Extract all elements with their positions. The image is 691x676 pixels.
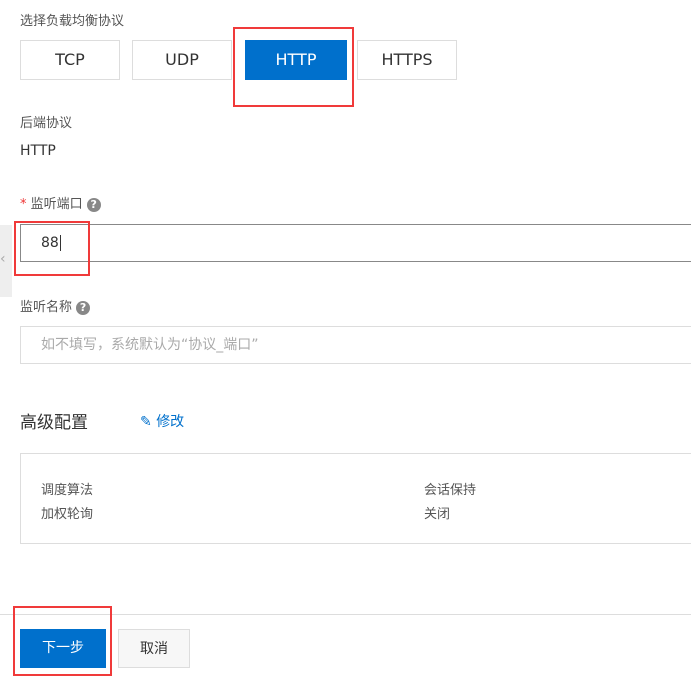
scheduler-value: 加权轮询 <box>41 507 94 522</box>
session-label: 会话保持 <box>424 483 477 498</box>
chevron-left-icon: ‹ <box>0 251 6 267</box>
port-input[interactable]: 88 <box>20 224 691 262</box>
required-marker: * <box>20 197 27 212</box>
name-placeholder: 如不填写，系统默认为“协议_端口” <box>41 337 259 353</box>
help-icon[interactable]: ? <box>86 197 101 212</box>
advanced-title: 高级配置 <box>20 413 88 433</box>
scheduler-label: 调度算法 <box>41 483 94 498</box>
protocol-tcp-button[interactable]: TCP <box>20 40 120 80</box>
edit-label: 修改 <box>156 414 185 430</box>
session-value: 关闭 <box>424 507 451 522</box>
help-icon[interactable]: ? <box>76 300 91 315</box>
port-label-text: 监听端口 <box>30 197 83 212</box>
cancel-button[interactable]: 取消 <box>118 629 190 668</box>
pencil-icon: ✎ <box>140 414 152 430</box>
protocol-https-button[interactable]: HTTPS <box>357 40 457 80</box>
highlight-box <box>233 27 354 107</box>
backend-protocol-value: HTTP <box>20 143 56 159</box>
name-input[interactable]: 如不填写，系统默认为“协议_端口” <box>20 326 691 364</box>
port-label: * 监听端口? <box>20 193 101 212</box>
backend-protocol-label: 后端协议 <box>20 116 73 131</box>
protocol-udp-button[interactable]: UDP <box>132 40 232 80</box>
highlight-box <box>14 221 90 276</box>
protocol-label: 选择负载均衡协议 <box>20 14 125 29</box>
name-label: 监听名称? <box>20 296 91 315</box>
highlight-box <box>13 606 112 676</box>
collapse-tab[interactable]: ‹ <box>0 225 12 297</box>
advanced-config-panel: 调度算法 加权轮询 会话保持 关闭 <box>20 453 691 544</box>
name-label-text: 监听名称 <box>20 300 73 315</box>
edit-link[interactable]: ✎ 修改 <box>140 411 184 431</box>
